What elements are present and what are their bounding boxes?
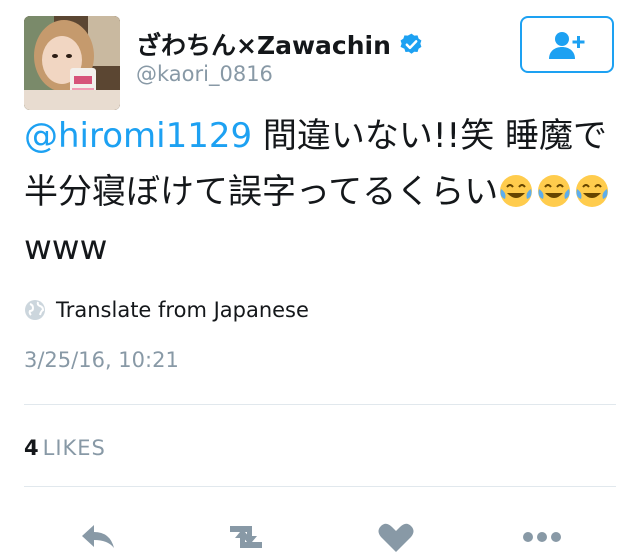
- avatar-photo: [24, 16, 120, 110]
- add-user-icon: [549, 31, 585, 59]
- divider: [24, 486, 616, 487]
- mention-link[interactable]: @hiromi1129: [24, 116, 252, 156]
- avatar[interactable]: [24, 16, 120, 110]
- display-name[interactable]: ざわちん×Zawachin: [136, 26, 391, 62]
- translate-label: Translate from Japanese: [56, 298, 309, 322]
- username[interactable]: @kaori_0816: [136, 62, 424, 86]
- reply-button[interactable]: [78, 520, 122, 554]
- tweet-timestamp[interactable]: 3/25/16, 10:21: [24, 348, 179, 372]
- emoji-face-with-tears-of-joy-icon: [536, 172, 574, 212]
- globe-icon: [25, 300, 45, 320]
- likes-number: 4: [24, 436, 39, 460]
- translate-link[interactable]: Translate from Japanese: [24, 298, 309, 322]
- likes-label: LIKES: [42, 436, 106, 460]
- emoji-face-with-tears-of-joy-icon: [574, 172, 612, 212]
- tweet-card: ざわちん×Zawachin @kaori_0816 @hiromi1129 間違…: [0, 0, 640, 558]
- user-names: ざわちん×Zawachin @kaori_0816: [136, 28, 424, 86]
- like-icon: [378, 523, 414, 552]
- follow-button[interactable]: [520, 16, 614, 73]
- like-button[interactable]: [374, 520, 418, 554]
- emoji-face-with-tears-of-joy-icon: [498, 172, 536, 212]
- retweet-button[interactable]: [224, 520, 268, 554]
- tweet-text: @hiromi1129 間違いない!!笑 睡魔で半分寝ぼけて誤字ってるくらいww…: [24, 108, 624, 276]
- tweet-trailing-text: www: [24, 228, 108, 268]
- more-button[interactable]: [520, 520, 564, 554]
- reply-icon: [82, 525, 114, 548]
- divider: [24, 404, 616, 405]
- retweet-icon: [230, 526, 262, 548]
- verified-badge-icon: [399, 32, 424, 57]
- likes-count[interactable]: 4 LIKES: [24, 436, 106, 460]
- action-bar: [0, 516, 640, 558]
- more-icon: [523, 532, 561, 542]
